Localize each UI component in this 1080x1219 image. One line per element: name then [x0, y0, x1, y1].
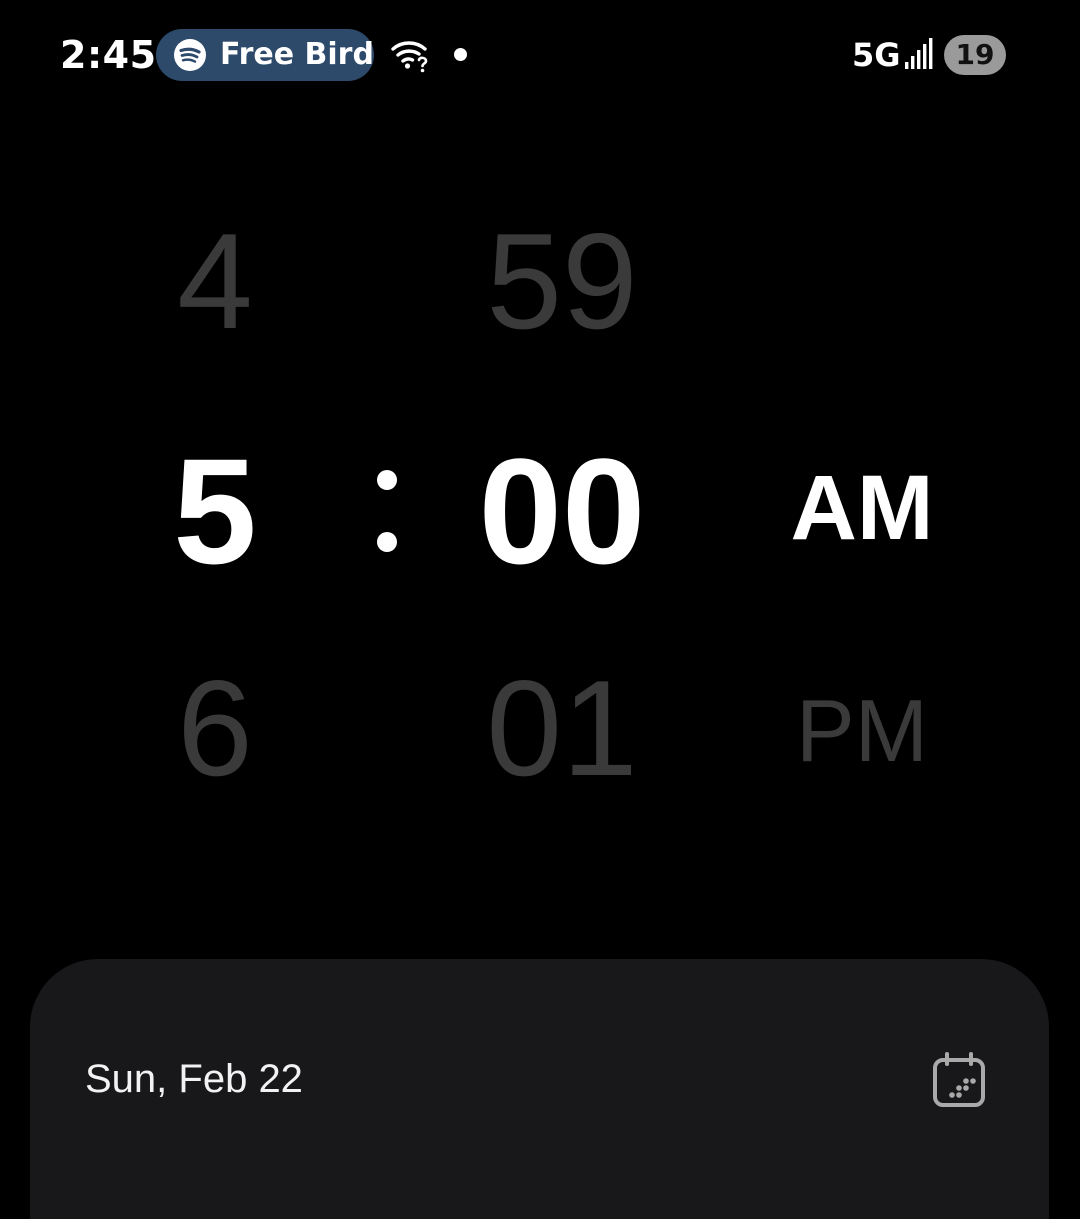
time-separator [376, 470, 398, 552]
period-selected-value[interactable]: AM [770, 462, 954, 554]
hour-prev-value[interactable]: 4 [150, 213, 280, 349]
minute-prev-value[interactable]: 59 [450, 213, 674, 349]
hour-selected-value[interactable]: 5 [150, 436, 280, 586]
minute-next-value[interactable]: 01 [450, 660, 674, 796]
alarm-settings-sheet: Sun, Feb 22 [30, 959, 1049, 1219]
alarm-date-label[interactable]: Sun, Feb 22 [85, 1055, 303, 1103]
time-picker: 4 5 6 59 00 01 AM PM [0, 0, 1080, 900]
calendar-icon [933, 1052, 985, 1107]
calendar-button[interactable] [926, 1047, 992, 1113]
hour-next-value[interactable]: 6 [150, 660, 280, 796]
period-next-value[interactable]: PM [770, 687, 954, 775]
minute-selected-value[interactable]: 00 [450, 436, 674, 586]
